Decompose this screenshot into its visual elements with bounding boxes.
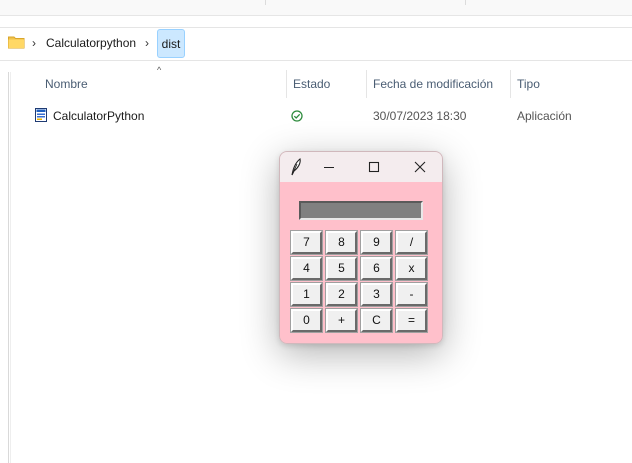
toolbar-separator bbox=[465, 0, 466, 5]
file-name[interactable]: CalculatorPython bbox=[53, 109, 144, 123]
breadcrumb-item-dist[interactable]: dist bbox=[157, 29, 185, 58]
key-clear[interactable]: C bbox=[360, 308, 393, 333]
close-icon[interactable] bbox=[411, 158, 429, 176]
key-3[interactable]: 3 bbox=[360, 282, 393, 307]
key-8[interactable]: 8 bbox=[325, 230, 358, 255]
navigation-pane-border bbox=[10, 72, 11, 463]
navigation-pane-border bbox=[8, 72, 9, 463]
maximize-icon[interactable] bbox=[365, 158, 383, 176]
column-header-type[interactable]: Tipo bbox=[517, 77, 540, 91]
file-modified-date: 30/07/2023 18:30 bbox=[373, 109, 467, 123]
minimize-icon[interactable] bbox=[320, 158, 338, 176]
toolbar-strip bbox=[0, 0, 632, 16]
column-header-modified[interactable]: Fecha de modificación bbox=[373, 77, 493, 91]
sort-ascending-icon: ^ bbox=[157, 65, 162, 75]
column-header-status[interactable]: Estado bbox=[293, 77, 330, 91]
key-1[interactable]: 1 bbox=[290, 282, 323, 307]
column-divider[interactable] bbox=[286, 70, 287, 98]
key-subtract[interactable]: - bbox=[395, 282, 428, 307]
key-7[interactable]: 7 bbox=[290, 230, 323, 255]
breadcrumb[interactable]: › Calculatorpython › dist bbox=[0, 27, 632, 61]
calculator-titlebar[interactable] bbox=[280, 152, 442, 182]
calculator-display bbox=[299, 201, 423, 220]
key-equals[interactable]: = bbox=[395, 308, 428, 333]
column-divider[interactable] bbox=[366, 70, 367, 98]
key-2[interactable]: 2 bbox=[325, 282, 358, 307]
column-header-name[interactable]: Nombre bbox=[45, 77, 88, 91]
chevron-right-icon: › bbox=[145, 36, 149, 50]
key-divide[interactable]: / bbox=[395, 230, 428, 255]
column-divider[interactable] bbox=[510, 70, 511, 98]
toolbar-separator bbox=[265, 0, 266, 5]
key-4[interactable]: 4 bbox=[290, 256, 323, 281]
key-9[interactable]: 9 bbox=[360, 230, 393, 255]
key-0[interactable]: 0 bbox=[290, 308, 323, 333]
key-6[interactable]: 6 bbox=[360, 256, 393, 281]
application-icon bbox=[35, 108, 47, 122]
key-add[interactable]: + bbox=[325, 308, 358, 333]
calculator-window: 7 8 9 / 4 5 6 x 1 2 3 - 0 + C = bbox=[279, 151, 443, 344]
synced-check-icon bbox=[291, 109, 303, 122]
key-5[interactable]: 5 bbox=[325, 256, 358, 281]
file-type: Aplicación bbox=[517, 109, 572, 123]
key-multiply[interactable]: x bbox=[395, 256, 428, 281]
breadcrumb-item-calculatorpython[interactable]: Calculatorpython bbox=[46, 36, 136, 50]
folder-icon bbox=[8, 35, 25, 49]
feather-icon bbox=[289, 158, 303, 176]
chevron-right-icon: › bbox=[32, 36, 36, 50]
